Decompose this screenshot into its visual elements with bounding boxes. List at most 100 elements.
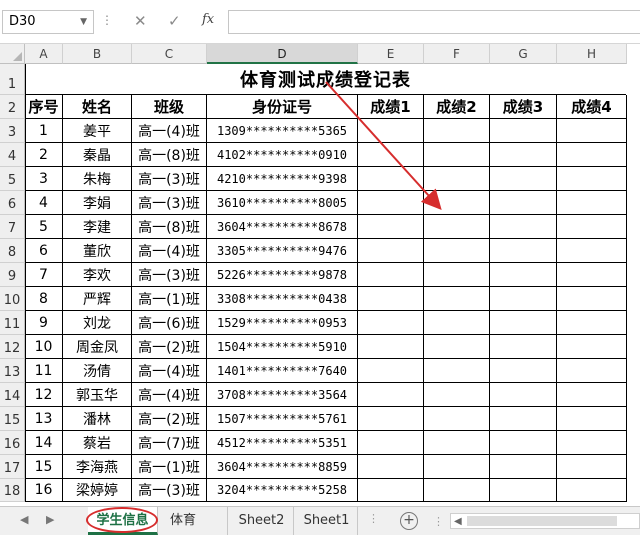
table-cell[interactable]: 2 — [25, 143, 63, 167]
header-cell[interactable]: 身份证号 — [207, 95, 358, 119]
empty-score-cell[interactable] — [490, 407, 557, 431]
empty-score-cell[interactable] — [424, 239, 490, 263]
empty-score-cell[interactable] — [490, 143, 557, 167]
table-cell[interactable]: 3708**********3564 — [207, 383, 358, 407]
empty-score-cell[interactable] — [557, 239, 627, 263]
empty-score-cell[interactable] — [490, 287, 557, 311]
row-header-9[interactable]: 9 — [0, 263, 25, 287]
table-cell[interactable]: 汤倩 — [63, 359, 132, 383]
table-cell[interactable]: 15 — [25, 455, 63, 479]
empty-score-cell[interactable] — [424, 383, 490, 407]
sheet-title[interactable]: 体育测试成绩登记表 — [25, 64, 626, 95]
name-box[interactable]: D30 ▼ — [2, 10, 94, 34]
table-cell[interactable]: 郭玉华 — [63, 383, 132, 407]
empty-score-cell[interactable] — [557, 359, 627, 383]
cancel-icon[interactable]: ✕ — [134, 12, 147, 30]
table-cell[interactable]: 高一(3)班 — [132, 263, 207, 287]
table-cell[interactable]: 秦晶 — [63, 143, 132, 167]
column-header-b[interactable]: B — [63, 44, 132, 64]
table-cell[interactable]: 李欢 — [63, 263, 132, 287]
row-header-17[interactable]: 17 — [0, 455, 25, 479]
table-cell[interactable]: 李建 — [63, 215, 132, 239]
formula-input[interactable] — [228, 10, 640, 34]
empty-score-cell[interactable] — [358, 239, 424, 263]
column-header-e[interactable]: E — [358, 44, 424, 64]
table-cell[interactable]: 姜平 — [63, 119, 132, 143]
table-cell[interactable]: 高一(4)班 — [132, 119, 207, 143]
empty-score-cell[interactable] — [490, 215, 557, 239]
row-header-1[interactable]: 1 — [0, 64, 25, 95]
header-cell[interactable]: 成绩1 — [358, 95, 424, 119]
row-header-16[interactable]: 16 — [0, 431, 25, 455]
empty-score-cell[interactable] — [358, 455, 424, 479]
table-cell[interactable]: 高一(3)班 — [132, 479, 207, 502]
empty-score-cell[interactable] — [490, 119, 557, 143]
add-sheet-button[interactable]: + — [400, 512, 418, 530]
table-cell[interactable]: 3308**********0438 — [207, 287, 358, 311]
row-header-18[interactable]: 18 — [0, 479, 25, 502]
empty-score-cell[interactable] — [557, 215, 627, 239]
row-header-7[interactable]: 7 — [0, 215, 25, 239]
empty-score-cell[interactable] — [424, 167, 490, 191]
empty-score-cell[interactable] — [358, 335, 424, 359]
column-header-h[interactable]: H — [557, 44, 627, 64]
empty-score-cell[interactable] — [358, 143, 424, 167]
empty-score-cell[interactable] — [358, 359, 424, 383]
empty-score-cell[interactable] — [424, 431, 490, 455]
header-cell[interactable]: 序号 — [25, 95, 63, 119]
table-cell[interactable]: 9 — [25, 311, 63, 335]
empty-score-cell[interactable] — [557, 431, 627, 455]
table-cell[interactable]: 16 — [25, 479, 63, 502]
row-header-2[interactable]: 2 — [0, 95, 25, 119]
empty-score-cell[interactable] — [424, 263, 490, 287]
tab-pe[interactable]: 体育 — [160, 507, 228, 535]
table-cell[interactable]: 朱梅 — [63, 167, 132, 191]
table-cell[interactable]: 3604**********8678 — [207, 215, 358, 239]
table-cell[interactable]: 严辉 — [63, 287, 132, 311]
empty-score-cell[interactable] — [557, 167, 627, 191]
table-cell[interactable]: 3 — [25, 167, 63, 191]
empty-score-cell[interactable] — [358, 287, 424, 311]
table-cell[interactable]: 6 — [25, 239, 63, 263]
table-cell[interactable]: 4512**********5351 — [207, 431, 358, 455]
table-cell[interactable]: 高一(4)班 — [132, 239, 207, 263]
table-cell[interactable]: 刘龙 — [63, 311, 132, 335]
table-cell[interactable]: 5226**********9878 — [207, 263, 358, 287]
empty-score-cell[interactable] — [557, 287, 627, 311]
column-header-g[interactable]: G — [490, 44, 557, 64]
table-cell[interactable]: 11 — [25, 359, 63, 383]
empty-score-cell[interactable] — [490, 239, 557, 263]
empty-score-cell[interactable] — [358, 263, 424, 287]
row-header-13[interactable]: 13 — [0, 359, 25, 383]
tab-sheet1[interactable]: Sheet1 — [296, 507, 358, 535]
empty-score-cell[interactable] — [358, 311, 424, 335]
empty-score-cell[interactable] — [424, 359, 490, 383]
empty-score-cell[interactable] — [490, 383, 557, 407]
header-cell[interactable]: 姓名 — [63, 95, 132, 119]
table-cell[interactable]: 高一(2)班 — [132, 335, 207, 359]
empty-score-cell[interactable] — [424, 407, 490, 431]
column-header-a[interactable]: A — [25, 44, 63, 64]
empty-score-cell[interactable] — [424, 119, 490, 143]
worksheet-grid[interactable]: ABCDEFGH 1 2 3 4 5 6 7 8 9 10 11 12 13 14 15 16 17 18 体育测… — [0, 44, 640, 506]
table-cell[interactable]: 1507**********5761 — [207, 407, 358, 431]
empty-score-cell[interactable] — [557, 335, 627, 359]
row-header-4[interactable]: 4 — [0, 143, 25, 167]
table-cell[interactable]: 14 — [25, 431, 63, 455]
empty-score-cell[interactable] — [424, 215, 490, 239]
empty-score-cell[interactable] — [557, 143, 627, 167]
table-cell[interactable]: 梁婷婷 — [63, 479, 132, 502]
table-cell[interactable]: 董欣 — [63, 239, 132, 263]
table-cell[interactable]: 潘林 — [63, 407, 132, 431]
row-header-14[interactable]: 14 — [0, 383, 25, 407]
empty-score-cell[interactable] — [490, 479, 557, 502]
table-cell[interactable]: 7 — [25, 263, 63, 287]
chevron-down-icon[interactable]: ▼ — [80, 11, 87, 33]
more-options-icon[interactable]: ⋮ — [101, 13, 114, 27]
column-header-f[interactable]: F — [424, 44, 490, 64]
column-header-c[interactable]: C — [132, 44, 207, 64]
header-cell[interactable]: 班级 — [132, 95, 207, 119]
empty-score-cell[interactable] — [358, 167, 424, 191]
empty-score-cell[interactable] — [358, 191, 424, 215]
table-cell[interactable]: 周金凤 — [63, 335, 132, 359]
